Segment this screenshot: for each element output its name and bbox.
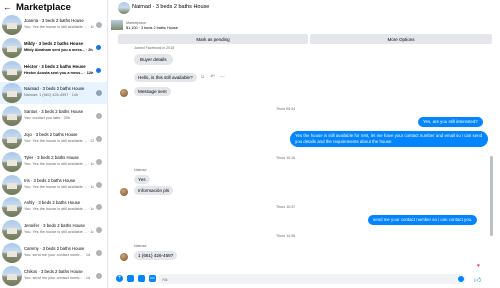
list-item[interactable]: Joanna · 3 beds 2 baths House You: Yes th… (0, 14, 107, 36)
seen-avatar-icon (96, 204, 102, 211)
unread-dot-icon (96, 44, 101, 50)
sidebar-title: Marketplace (16, 1, 71, 13)
listing-thumbnail (2, 197, 22, 218)
emoji-icon[interactable] (458, 276, 464, 282)
message-bubble: Message sent (134, 87, 171, 96)
conversation-snippet: You: Yes the house is still available ..… (24, 207, 94, 212)
listing-thumbnail (2, 220, 22, 241)
listing-thumbnail (2, 106, 22, 127)
buyer-details-button[interactable]: Buyer details (134, 54, 173, 65)
seen-avatar-icon (96, 136, 102, 142)
sender-name: Naimad (134, 168, 147, 172)
more-options-button[interactable]: More Options (310, 34, 492, 44)
seen-avatar-icon (96, 181, 102, 188)
unread-dot-icon (96, 67, 101, 73)
seen-avatar-icon (96, 22, 102, 28)
thumbs-up-icon[interactable]: 👍︎ (474, 275, 481, 284)
sidebar-header: ← Marketplace (0, 0, 107, 14)
listing-image[interactable] (111, 20, 123, 30)
conversation-snippet: You: Yes the house is still available ..… (24, 139, 94, 143)
timestamp: Thurs 14:38 (276, 234, 296, 238)
listing-thumbnail (2, 243, 22, 263)
conversation-snippet: You: Yes the house is still available ..… (24, 184, 94, 189)
message-input[interactable] (158, 274, 466, 284)
back-arrow-icon[interactable]: ← (3, 2, 13, 12)
seen-heart-icon: ♥ (477, 263, 480, 269)
list-item[interactable]: Jennifer · 3 beds 2 baths House You: Yes … (0, 219, 107, 241)
listing-price[interactable]: $1,100 · 3 beds 2 baths House (126, 26, 178, 30)
listing-thumbnail (2, 15, 22, 35)
list-item[interactable]: Iris · 3 beds 2 baths House You: Yes the … (0, 174, 107, 196)
scrollbar[interactable] (490, 156, 493, 236)
list-item[interactable]: Jojo · 3 beds 2 baths House You: Yes the … (0, 128, 107, 150)
conversation-snippet: You: Yes the house is still available ..… (24, 161, 94, 166)
message-bubble: send me your contact number so i can con… (368, 215, 478, 225)
seen-avatar-icon (96, 272, 102, 279)
conversation-name: Héctor · 3 beds 2 baths House (24, 63, 86, 69)
timestamp: Thurs 10:37 (276, 205, 296, 209)
mark-as-pending-button[interactable]: Mark as pending (118, 34, 308, 44)
message-bubble: Hello, is this still available? (134, 73, 197, 82)
listing-source: Marketplace (126, 21, 147, 25)
conversation-sidebar: ← Marketplace Joanna · 3 beds 2 baths Ho… (0, 0, 108, 288)
conversation-snippet: You: Yes the house is still available ..… (24, 230, 94, 235)
gif-icon[interactable]: GIF (149, 275, 156, 282)
message-bubble: Información pls (134, 186, 174, 195)
list-item[interactable]: Chikos · 3 beds 2 baths House You: send m… (0, 265, 107, 287)
conversation-snippet: Naimad: 1 (661) 426-4597 · 14h (24, 93, 79, 98)
listing-thumbnail (2, 174, 22, 195)
seen-avatar-icon (96, 250, 102, 256)
timestamp: Thurs 05:34 (276, 107, 296, 111)
listing-thumbnail[interactable] (118, 2, 130, 14)
joined-note: Joined Facebook in 2018 (134, 46, 175, 50)
plus-icon[interactable]: + (116, 275, 123, 282)
chat-title[interactable]: Naimad · 3 beds 2 baths House (132, 4, 209, 10)
message-bubble: Yes the house is still available for ren… (290, 131, 488, 147)
conversation-snippet: You: Yes the house is still available ..… (24, 25, 94, 29)
avatar[interactable] (120, 89, 128, 97)
image-icon[interactable] (127, 275, 134, 282)
conversation-snippet: You: contact you later · 20h (24, 116, 71, 121)
list-item[interactable]: Cammy · 3 beds 2 baths House You: send me… (0, 242, 107, 264)
list-item[interactable]: Héctor · 3 beds 2 baths House Héctor Acos… (0, 60, 107, 82)
message-thread: Joined Facebook in 2018 Buyer details He… (108, 46, 492, 270)
message-bubble: 1 (661) 426-4597 (134, 251, 178, 260)
listing-thumbnail (2, 129, 22, 149)
seen-avatar-icon (96, 113, 102, 120)
listing-thumbnail (2, 83, 22, 104)
message-bubble: Yes (134, 175, 150, 184)
avatar[interactable] (120, 188, 128, 196)
timestamp: Thurs 10:16 (276, 156, 296, 160)
conversation-snippet: Mildy Abraham sent you a mess... · 2h (24, 47, 93, 52)
listing-thumbnail (2, 265, 22, 286)
listing-thumbnail (2, 37, 22, 58)
avatar[interactable] (120, 253, 128, 261)
list-item[interactable]: Mildy · 3 beds 2 baths House Mildy Abraha… (0, 37, 107, 59)
sticker-icon[interactable] (138, 275, 145, 282)
message-actions[interactable]: ☺ ↶ ⋯ (200, 74, 227, 80)
message-bubble: Yes, are you still interested? (418, 117, 483, 127)
list-item[interactable]: Ashly · 3 beds 2 baths House You: Yes the… (0, 196, 107, 218)
listing-thumbnail (2, 60, 22, 81)
list-item[interactable]: Tyler · 3 beds 2 baths House You: Yes the… (0, 151, 107, 173)
seen-avatar-icon (96, 227, 102, 234)
list-item[interactable]: Santos · 3 beds 2 baths House You: contac… (0, 105, 107, 127)
list-item[interactable]: Naimad · 3 beds 2 baths House Naimad: 1 (… (0, 82, 107, 105)
conversation-snippet: You: send me your contact numb... · 1d (24, 275, 91, 280)
seen-avatar-icon (96, 90, 102, 97)
listing-thumbnail (2, 151, 22, 172)
seen-avatar-icon (96, 158, 102, 165)
conversation-snippet: You: send me your contact numb... · 1d (24, 253, 91, 257)
conversation-snippet: Héctor Acosta sent you a mess... · 12h (24, 70, 94, 75)
chat-header: Naimad · 3 beds 2 baths House (108, 0, 500, 20)
sender-name: Naimad (134, 244, 147, 248)
